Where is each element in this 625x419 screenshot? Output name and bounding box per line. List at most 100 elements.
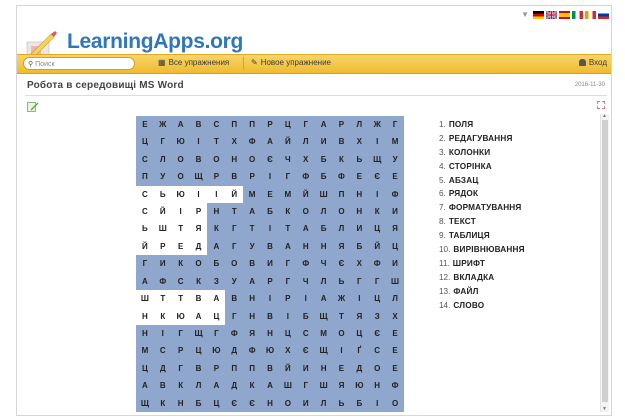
grid-cell[interactable]: Р xyxy=(172,342,190,359)
grid-cell[interactable]: Ю xyxy=(261,342,279,359)
grid-cell[interactable]: М xyxy=(136,342,154,359)
grid-cell[interactable]: Ф xyxy=(333,168,351,185)
grid-cell[interactable]: Р xyxy=(333,116,351,133)
grid-cell[interactable]: Ц xyxy=(279,325,297,342)
grid-cell[interactable]: В xyxy=(243,255,261,272)
grid-cell[interactable]: В xyxy=(190,151,208,168)
grid-cell[interactable]: Е xyxy=(386,325,404,342)
grid-cell[interactable]: Е xyxy=(171,237,190,256)
grid-cell[interactable]: Й xyxy=(279,133,297,150)
grid-cell[interactable]: А xyxy=(243,273,261,290)
grid-cell[interactable]: Х xyxy=(297,151,315,168)
grid-cell[interactable]: Ф xyxy=(297,168,315,185)
grid-cell[interactable]: Й xyxy=(153,203,172,221)
grid-cell[interactable]: Н xyxy=(368,377,386,394)
grid-cell[interactable]: А xyxy=(315,116,333,133)
grid-cell[interactable]: І xyxy=(297,290,315,307)
grid-cell[interactable]: Н xyxy=(243,308,261,325)
grid-cell[interactable]: В xyxy=(190,360,208,377)
grid-cell[interactable]: С xyxy=(207,116,225,133)
grid-cell[interactable]: Т xyxy=(153,290,172,308)
flag-gb-icon[interactable] xyxy=(546,10,557,19)
grid-cell[interactable]: Й xyxy=(136,237,154,256)
grid-cell[interactable]: В xyxy=(261,308,279,325)
grid-cell[interactable]: Ц xyxy=(207,395,225,412)
grid-cell[interactable]: Ж xyxy=(368,116,386,133)
grid-cell[interactable]: А xyxy=(279,238,297,255)
grid-cell[interactable]: Б xyxy=(315,168,333,185)
grid-cell[interactable]: А xyxy=(172,116,190,133)
grid-cell[interactable]: Й xyxy=(368,238,386,255)
grid-cell[interactable]: Щ xyxy=(315,308,333,325)
grid-cell[interactable]: Р xyxy=(261,116,279,133)
grid-cell[interactable]: Ж xyxy=(154,116,172,133)
grid-cell[interactable]: Я xyxy=(243,325,261,342)
scrollbar[interactable]: ▲ ▼ xyxy=(600,113,609,412)
grid-cell[interactable]: А xyxy=(136,377,154,394)
grid-cell[interactable]: Ц xyxy=(350,325,368,342)
grid-cell[interactable]: Н xyxy=(315,360,333,377)
grid-cell[interactable]: Ш xyxy=(315,377,333,394)
grid-cell[interactable]: Х xyxy=(386,308,404,325)
grid-cell[interactable]: Т xyxy=(207,133,225,150)
grid-cell[interactable]: І xyxy=(368,395,386,412)
grid-cell[interactable]: К xyxy=(190,273,208,290)
grid-cell[interactable]: З xyxy=(368,308,386,325)
grid-cell[interactable]: К xyxy=(243,377,261,394)
grid-cell[interactable]: К xyxy=(368,203,386,220)
grid-cell[interactable]: І xyxy=(279,308,297,325)
flag-it-icon[interactable] xyxy=(572,10,583,19)
grid-cell[interactable]: Е xyxy=(261,186,279,203)
grid-cell[interactable]: П xyxy=(225,116,243,133)
grid-cell[interactable]: Б xyxy=(350,395,368,412)
grid-cell[interactable]: І xyxy=(171,203,190,221)
grid-cell[interactable]: Ю xyxy=(171,307,190,325)
grid-cell[interactable]: Х xyxy=(350,133,368,150)
grid-cell[interactable]: Т xyxy=(171,220,190,238)
grid-cell[interactable]: Ч xyxy=(297,273,315,290)
grid-cell[interactable]: Н xyxy=(207,203,225,220)
grid-cell[interactable]: В xyxy=(225,168,243,185)
grid-cell[interactable]: Д xyxy=(154,360,172,377)
grid-cell[interactable]: Л xyxy=(333,220,351,237)
grid-cell[interactable]: И xyxy=(350,220,368,237)
grid-cell[interactable]: Ь xyxy=(333,395,351,412)
grid-cell[interactable]: Я xyxy=(350,308,368,325)
grid-cell[interactable]: Л xyxy=(386,290,404,307)
grid-cell[interactable]: С xyxy=(297,325,315,342)
all-exercises-link[interactable]: ▦ Все упражнения xyxy=(158,58,229,67)
grid-cell[interactable]: Г xyxy=(154,133,172,150)
grid-cell[interactable]: Г xyxy=(350,273,368,290)
grid-cell[interactable]: Ч xyxy=(315,255,333,272)
grid-cell[interactable]: Т xyxy=(243,220,261,237)
grid-cell[interactable]: Б xyxy=(190,395,208,412)
grid-cell[interactable]: С xyxy=(136,203,154,221)
grid-cell[interactable]: Ф xyxy=(243,342,261,359)
grid-cell[interactable]: Н xyxy=(136,325,154,342)
grid-cell[interactable]: И xyxy=(261,255,279,272)
grid-cell[interactable]: Г xyxy=(279,273,297,290)
grid-cell[interactable]: М xyxy=(386,133,404,150)
grid-cell[interactable]: Р xyxy=(243,168,261,185)
grid-cell[interactable]: О xyxy=(243,151,261,168)
grid-cell[interactable]: І xyxy=(261,220,279,237)
grid-cell[interactable]: К xyxy=(172,377,190,394)
grid-cell[interactable]: Н xyxy=(350,203,368,220)
grid-cell[interactable]: У xyxy=(243,238,261,255)
grid-cell[interactable]: Т xyxy=(279,220,297,237)
flag-de-icon[interactable] xyxy=(533,10,544,19)
grid-cell[interactable]: Р xyxy=(261,273,279,290)
grid-cell[interactable]: А xyxy=(261,133,279,150)
grid-cell[interactable]: Н xyxy=(243,290,261,307)
grid-cell[interactable]: А xyxy=(136,273,154,290)
grid-cell[interactable]: Б xyxy=(350,238,368,255)
grid-cell[interactable]: К xyxy=(279,203,297,220)
grid-cell[interactable]: О xyxy=(333,203,351,220)
grid-cell[interactable]: Є xyxy=(297,342,315,359)
grid-cell[interactable]: Ш xyxy=(386,273,404,290)
grid-cell[interactable]: Е xyxy=(350,168,368,185)
grid-cell[interactable]: С xyxy=(172,273,190,290)
fullscreen-icon[interactable] xyxy=(597,101,605,109)
grid-cell[interactable]: К xyxy=(333,151,351,168)
grid-cell[interactable]: Ь xyxy=(350,151,368,168)
